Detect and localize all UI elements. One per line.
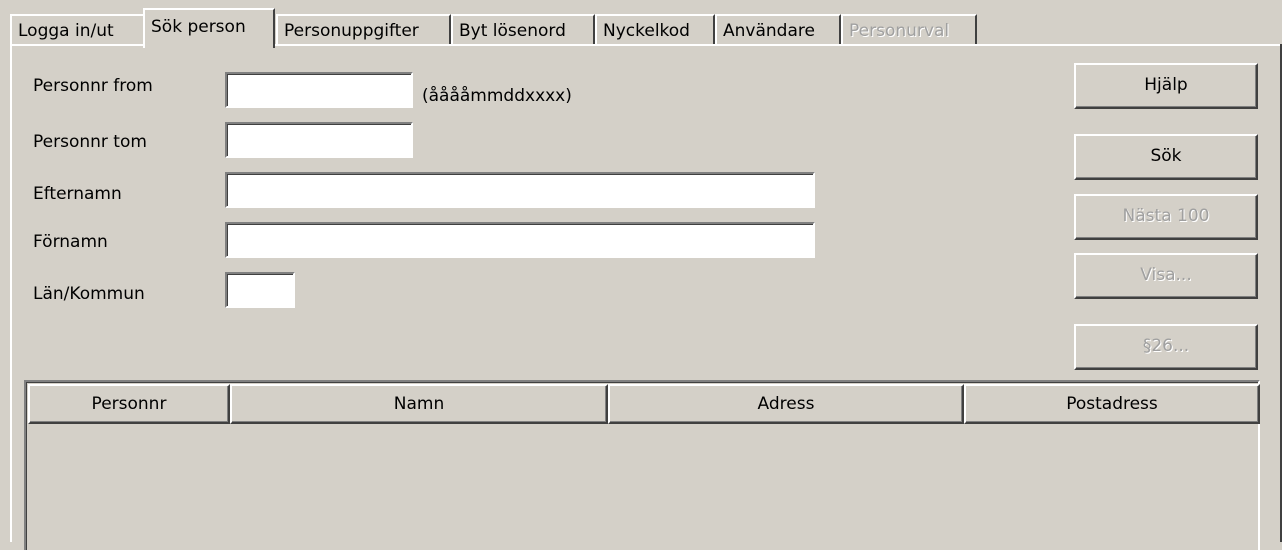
personnr-from-input[interactable] — [225, 72, 413, 108]
next-100-button[interactable]: Nästa 100 — [1074, 194, 1258, 240]
show-button[interactable]: Visa... — [1074, 253, 1258, 299]
personnr-tom-label: Personnr tom — [33, 132, 147, 152]
personnr-format-hint: (ååååmmddxxxx) — [422, 86, 572, 106]
tab-byt-losenord[interactable]: Byt lösenord — [451, 14, 595, 44]
lan-kommun-input[interactable] — [225, 272, 295, 308]
tab-personurval[interactable]: Personurval — [841, 14, 977, 44]
section-26-button[interactable]: §26... — [1074, 324, 1258, 370]
tab-strip: Logga in/ut Sök person Personuppgifter B… — [10, 8, 1280, 48]
column-header-adress[interactable]: Adress — [608, 384, 964, 424]
efternamn-input[interactable] — [225, 172, 815, 208]
lan-kommun-label: Län/Kommun — [33, 284, 145, 304]
tab-panel-left-edge — [10, 44, 12, 542]
help-button[interactable]: Hjälp — [1074, 63, 1258, 109]
tab-logga-in-ut[interactable]: Logga in/ut — [10, 14, 145, 44]
efternamn-label: Efternamn — [33, 184, 122, 204]
sok-person-window: Logga in/ut Sök person Personuppgifter B… — [0, 0, 1282, 550]
column-header-postadress[interactable]: Postadress — [964, 384, 1260, 424]
personnr-from-label: Personnr from — [33, 76, 153, 96]
fornamn-input[interactable] — [225, 222, 815, 258]
tab-nyckelkod[interactable]: Nyckelkod — [595, 14, 715, 44]
tab-sok-person[interactable]: Sök person — [143, 8, 275, 48]
results-list[interactable]: Personnr Namn Adress Postadress — [24, 380, 1260, 550]
tab-personuppgifter[interactable]: Personuppgifter — [276, 14, 451, 44]
tab-anvandare[interactable]: Användare — [715, 14, 841, 44]
fornamn-label: Förnamn — [33, 232, 108, 252]
column-header-personnr[interactable]: Personnr — [28, 384, 230, 424]
column-header-namn[interactable]: Namn — [230, 384, 608, 424]
results-header: Personnr Namn Adress Postadress — [28, 384, 1260, 424]
search-button[interactable]: Sök — [1074, 134, 1258, 180]
personnr-tom-input[interactable] — [225, 122, 413, 158]
